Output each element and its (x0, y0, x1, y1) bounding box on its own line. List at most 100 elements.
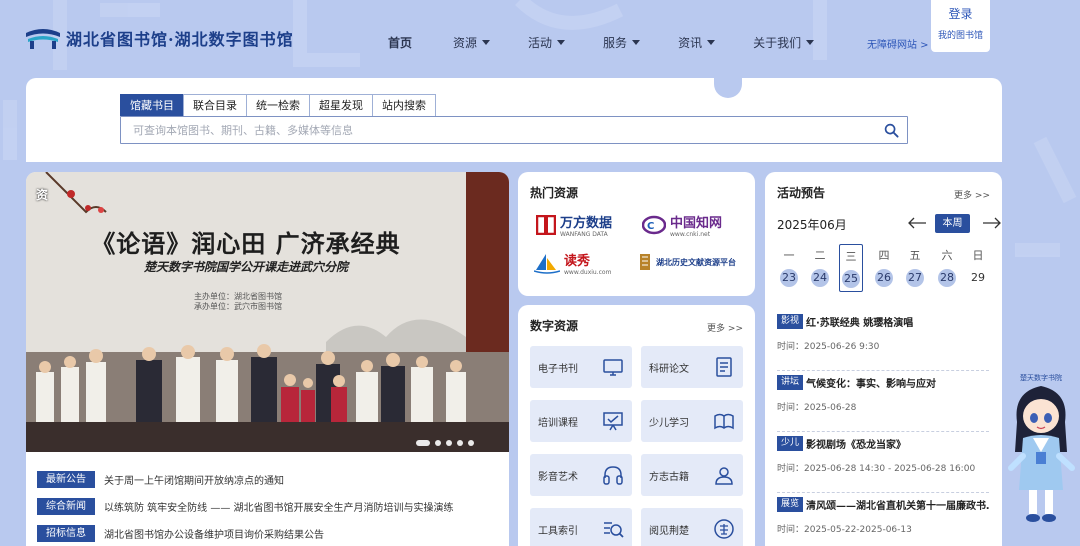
ebooks-button[interactable]: 电子书刊 (530, 346, 632, 388)
nav-about-label: 关于我们 (753, 35, 802, 50)
training-courses-button[interactable]: 培训课程 (530, 400, 632, 442)
event-category-tag: 讲坛 (777, 375, 804, 390)
calendar-day[interactable]: 一 23 (777, 244, 801, 292)
news-list: 最新公告 关于周一上午闭馆期间开放纳凉点的通知 综合新闻 以练筑防 筑牢安全防线… (37, 466, 499, 546)
wanfang-name: 万方数据 (560, 216, 613, 231)
date-label: 26 (875, 269, 893, 287)
research-papers-button[interactable]: 科研论文 (641, 346, 743, 388)
news-category-tag[interactable]: 招标信息 (37, 525, 95, 542)
event-item[interactable]: 少儿 影视剧场《恐龙当家》 时间：2025-06-28 14:30 - 2025… (777, 432, 989, 493)
calendar-header: 2025年06月 本周 (777, 214, 1001, 234)
calendar-day[interactable]: 二 24 (808, 244, 832, 292)
weekday-label: 一 (783, 249, 795, 262)
weekday-label: 四 (878, 249, 890, 262)
nav-news[interactable]: 资讯 (678, 34, 716, 51)
weekday-label: 二 (814, 249, 826, 262)
carousel-dot[interactable] (435, 440, 441, 446)
calendar-day[interactable]: 四 26 (872, 244, 896, 292)
carousel-dot[interactable] (416, 440, 430, 446)
chevron-down-icon (707, 39, 716, 45)
search-tabs: 馆藏书目 联合目录 统一检索 超星发现 站内搜索 (120, 94, 436, 116)
carousel-dot[interactable] (457, 440, 463, 446)
read-jingchu-label: 阅见荆楚 (649, 525, 689, 537)
tab-catalog[interactable]: 馆藏书目 (120, 94, 184, 116)
calendar-day[interactable]: 六 28 (935, 244, 959, 292)
headphones-icon (603, 466, 623, 485)
weekday-label: 日 (972, 249, 984, 262)
login-link[interactable]: 登录 (931, 5, 990, 22)
news-category-tag[interactable]: 最新公告 (37, 471, 95, 488)
duxiu-link[interactable]: 读秀 www.duxiu.com (534, 250, 611, 276)
event-list: 影视 红·苏联经典 姚璎格演唱 时间：2025-06-26 9:30 讲坛 气候… (777, 310, 989, 546)
hubei-history-link[interactable]: 湖北历史文献资源平台 (638, 252, 736, 272)
tab-union-catalog[interactable]: 联合目录 (183, 94, 247, 116)
read-jingchu-button[interactable]: 阅见荆楚 (641, 508, 743, 546)
tab-site-search[interactable]: 站内搜索 (372, 94, 436, 116)
news-title[interactable]: 湖北省图书馆办公设备维护项目询价采购结果公告 (104, 526, 324, 541)
banner-corner-label: 资 (36, 188, 49, 202)
kids-learning-label: 少儿学习 (649, 417, 689, 429)
arrow-right-icon[interactable] (982, 217, 1002, 229)
nav-services-label: 服务 (603, 35, 628, 50)
event-item[interactable]: 展览 清风颂——湖北省直机关第十一届廉政书… 时间：2025-05-22-202… (777, 493, 989, 546)
nav-activities-label: 活动 (528, 35, 553, 50)
banner-organizers: 主办单位：湖北省图书馆 承办单位：武穴市图书馆 (194, 292, 282, 312)
search-panel: 馆藏书目 联合目录 统一检索 超星发现 站内搜索 (26, 78, 1002, 162)
calendar-day[interactable]: 日 29 (966, 244, 990, 292)
carousel-dot[interactable] (468, 440, 474, 446)
search-input[interactable] (121, 117, 861, 143)
event-title[interactable]: 清风颂——湖北省直机关第十一届廉政书… (806, 497, 989, 512)
my-library-link[interactable]: 我的图书馆 (931, 28, 990, 41)
event-title[interactable]: 影视剧场《恐龙当家》 (806, 436, 989, 451)
news-title[interactable]: 以练筑防 筑牢安全防线 —— 湖北省图书馆开展安全生产月消防培训与实操演练 (104, 499, 454, 514)
wanfang-link[interactable]: 万方数据 WANFANG DATA (536, 212, 612, 238)
cnki-logo-icon: C (642, 215, 666, 235)
event-title[interactable]: 红·苏联经典 姚璎格演唱 (806, 314, 989, 329)
accessibility-link[interactable]: 无障碍网站 > (867, 36, 929, 51)
nav-resources[interactable]: 资源 (453, 34, 491, 51)
digital-more-link[interactable]: 更多 >> (707, 321, 743, 334)
weekday-label: 三 (845, 250, 857, 263)
arrow-left-icon[interactable] (907, 217, 927, 229)
news-item[interactable]: 最新公告 关于周一上午闭馆期间开放纳凉点的通知 (37, 466, 499, 493)
nav-home[interactable]: 首页 (388, 34, 412, 51)
news-category-tag[interactable]: 综合新闻 (37, 498, 95, 515)
news-title[interactable]: 关于周一上午闭馆期间开放纳凉点的通知 (104, 472, 284, 487)
activity-more-link[interactable]: 更多 >> (954, 188, 990, 201)
calendar-day-today[interactable]: 三 25 (839, 244, 863, 292)
scroll-icon (715, 467, 733, 485)
event-item[interactable]: 影视 红·苏联经典 姚璎格演唱 时间：2025-06-26 9:30 (777, 310, 989, 371)
banner-carousel[interactable]: 资 《论语》润心田 广济承经典 楚天数字书院国学公开课走进武穴分院 主办单位：湖… (26, 172, 509, 452)
event-title[interactable]: 气候变化：事实、影响与应对 (806, 375, 989, 390)
logo-text: 湖北省图书馆·湖北数字图书馆 (66, 30, 294, 49)
local-chronicles-button[interactable]: 方志古籍 (641, 454, 743, 496)
tab-unified-search[interactable]: 统一检索 (246, 94, 310, 116)
audio-video-button[interactable]: 影音艺术 (530, 454, 632, 496)
nav-services[interactable]: 服务 (603, 34, 641, 51)
carousel-dot[interactable] (446, 440, 452, 446)
chu-seal-icon (714, 519, 734, 539)
site-logo[interactable]: 湖北省图书馆·湖北数字图书馆 (26, 26, 294, 50)
panel-notch (714, 78, 742, 98)
kids-learning-button[interactable]: 少儿学习 (641, 400, 743, 442)
cnki-name: 中国知网 (670, 216, 723, 231)
this-week-button[interactable]: 本周 (935, 214, 970, 233)
news-item[interactable]: 招标信息 湖北省图书馆办公设备维护项目询价采购结果公告 (37, 520, 499, 546)
library-logo-icon (26, 29, 60, 49)
nav-about[interactable]: 关于我们 (753, 34, 815, 51)
digital-resources-card: 数字资源 更多 >> 电子书刊 科研论文 培训课程 少儿学习 影音艺术 方志古籍… (518, 305, 755, 546)
news-item[interactable]: 综合新闻 以练筑防 筑牢安全防线 —— 湖北省图书馆开展安全生产月消防培训与实操… (37, 493, 499, 520)
date-label: 23 (780, 269, 798, 287)
cnki-link[interactable]: C 中国知网 www.cnki.net (642, 212, 722, 238)
event-item[interactable]: 讲坛 气候变化：事实、影响与应对 时间：2025-06-28 (777, 371, 989, 432)
search-icon[interactable] (884, 123, 899, 138)
nav-activities[interactable]: 活动 (528, 34, 566, 51)
tool-index-button[interactable]: 工具索引 (530, 508, 632, 546)
mascot-illustration[interactable]: 楚天数字书院 (1003, 372, 1080, 526)
activity-card: 活动预告 更多 >> 2025年06月 本周 一 23 二 24 三 25 四 26 五… (765, 172, 1002, 546)
calendar-day[interactable]: 五 27 (903, 244, 927, 292)
activity-title: 活动预告 (777, 186, 826, 200)
tab-chaoxing[interactable]: 超星发现 (309, 94, 373, 116)
hot-resources-title: 热门资源 (530, 186, 579, 200)
cnki-sub: www.cnki.net (670, 231, 711, 238)
